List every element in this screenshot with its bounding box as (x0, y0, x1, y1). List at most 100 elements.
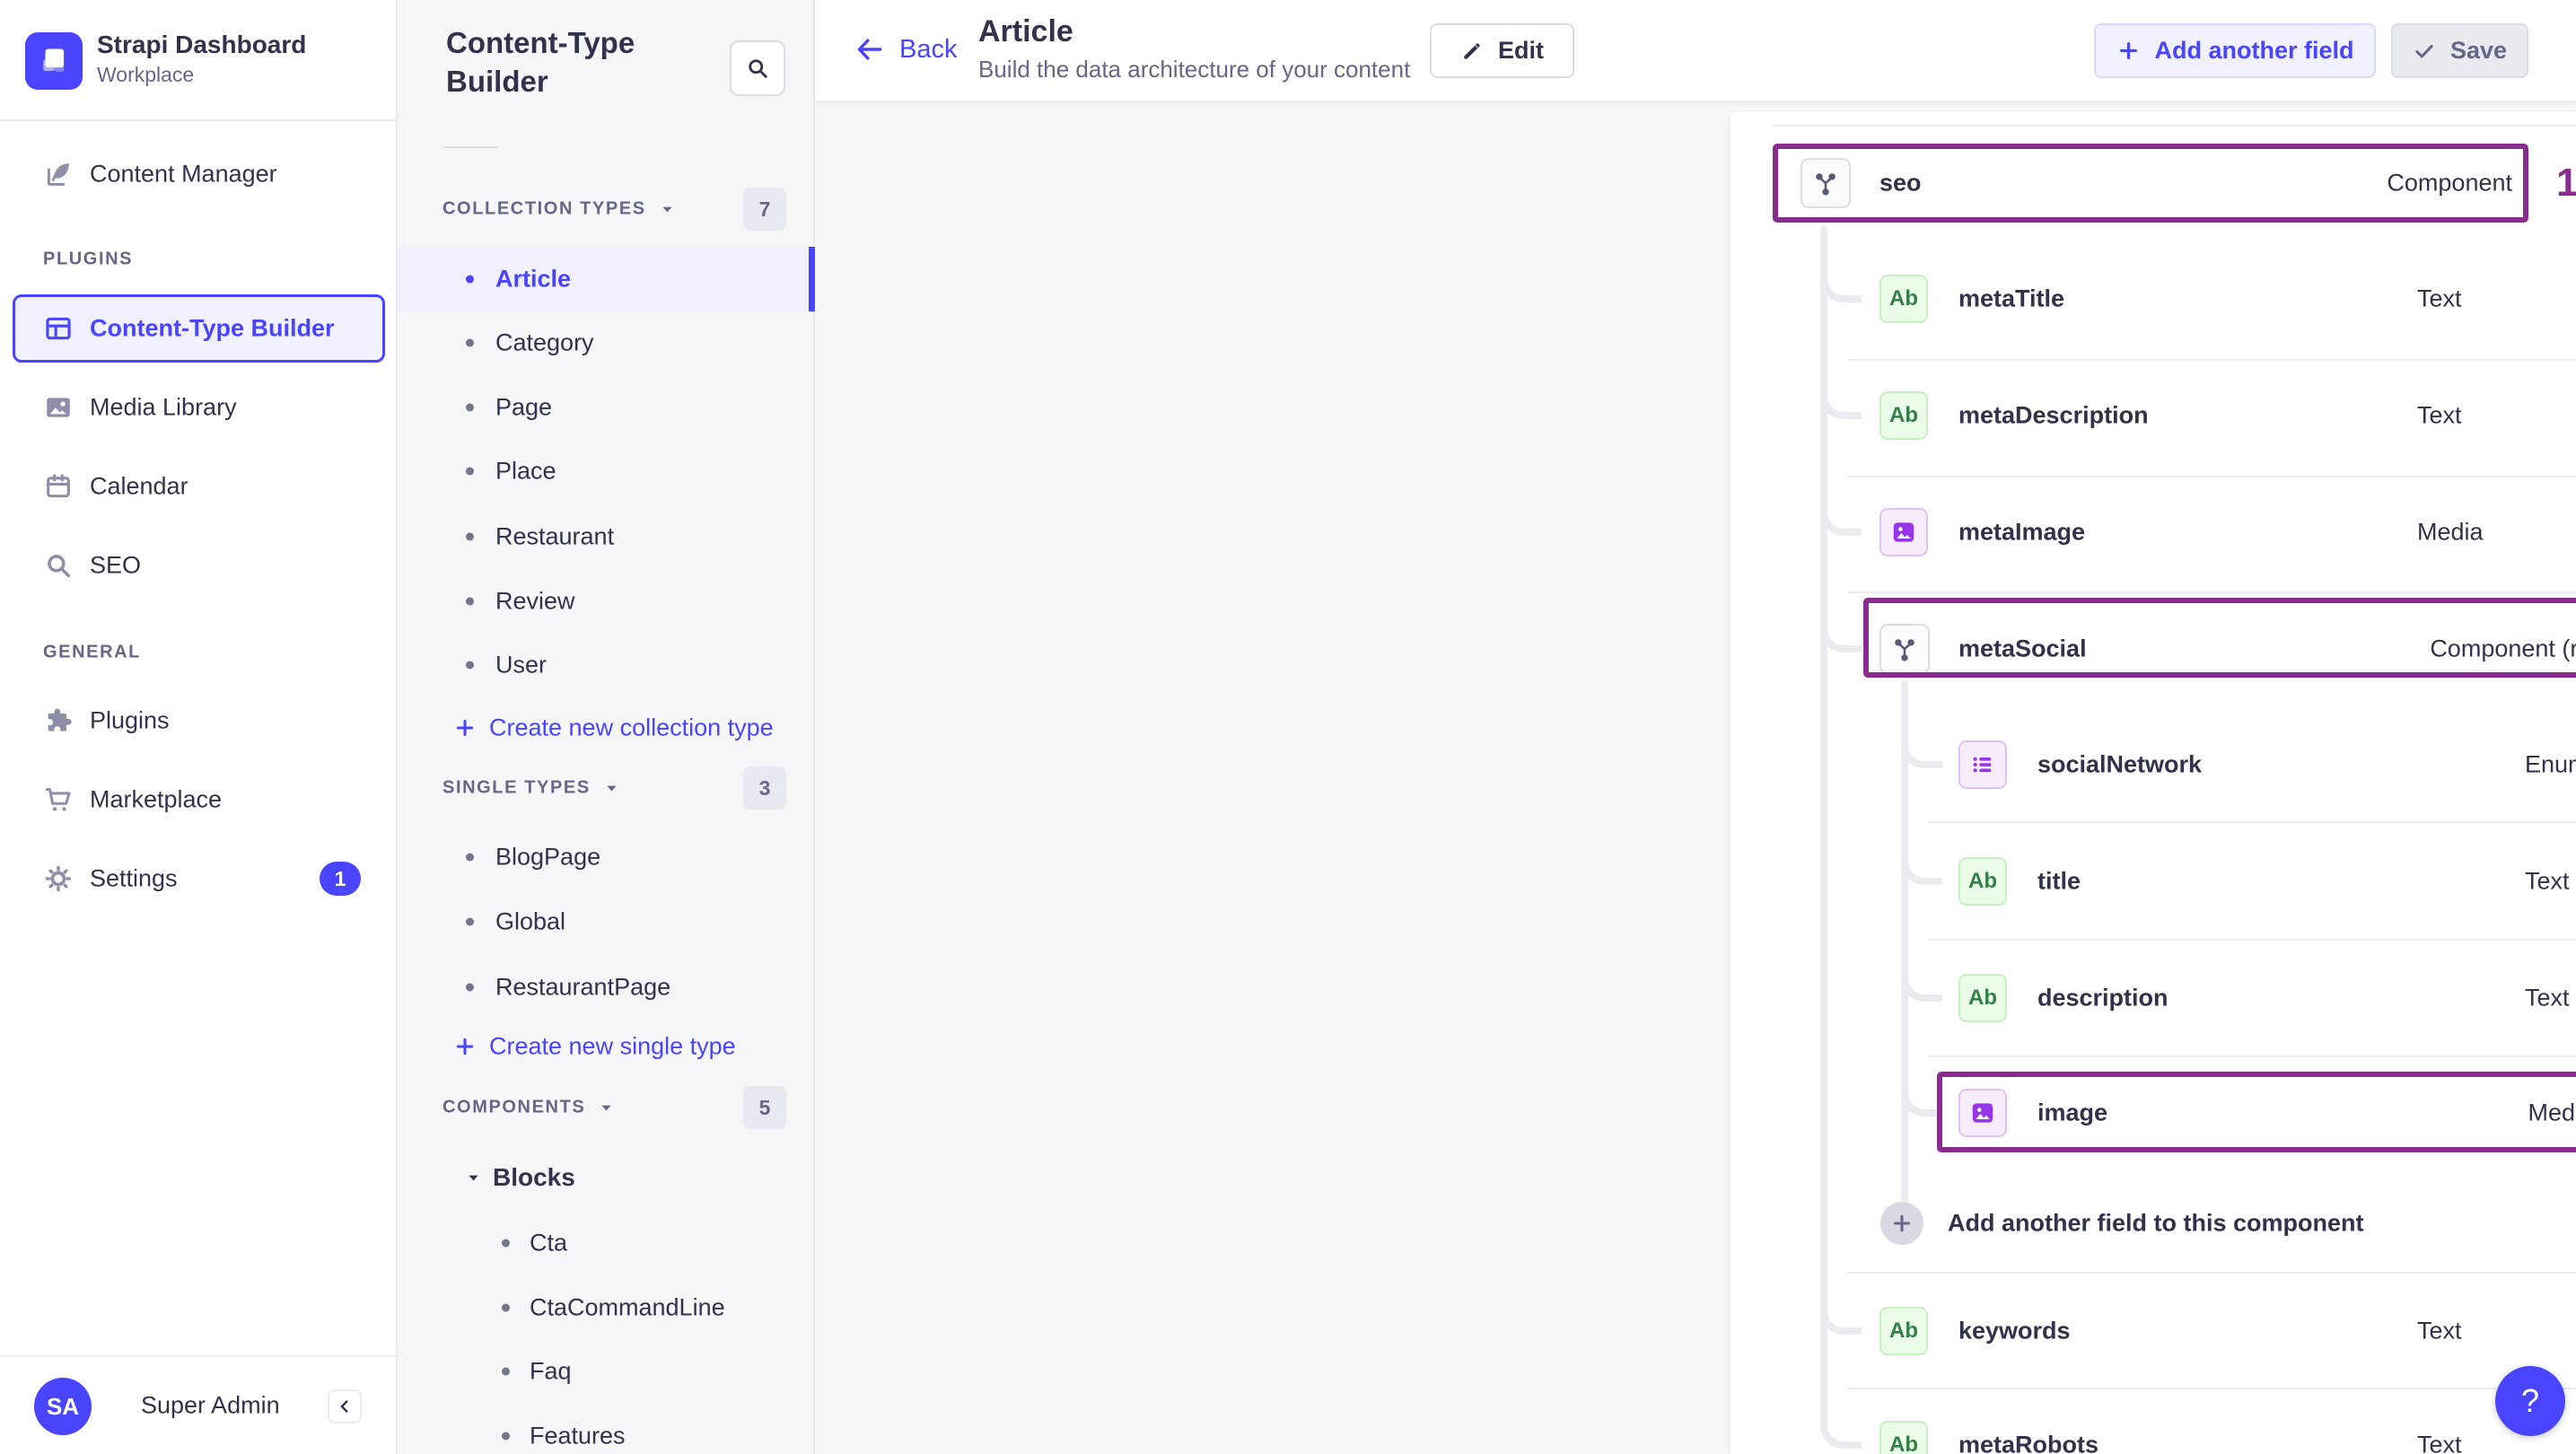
create-new-label: Create new collection type (489, 714, 774, 741)
content-type-builder-icon (43, 313, 74, 344)
enumeration-field-icon (1958, 740, 2007, 789)
component-field-icon (1801, 158, 1851, 208)
field-row-image[interactable]: image Media (1730, 1066, 2576, 1160)
sidebar-item-settings[interactable]: Settings 1 (0, 846, 398, 911)
back-link[interactable]: Back (854, 34, 957, 65)
panel-item-ctacommandline[interactable]: CtaCommandLine (398, 1275, 815, 1340)
field-row-metasocial[interactable]: metaSocial Component (repeatable) (1730, 602, 2576, 696)
avatar: SA (34, 1378, 92, 1435)
row-divider (1847, 359, 2576, 361)
field-name: socialNetwork (2037, 750, 2203, 778)
panel-item-label: Place (495, 457, 556, 485)
panel-group-header-components[interactable]: COMPONENTS (442, 1098, 615, 1118)
sidebar-item-media-library[interactable]: Media Library (0, 375, 398, 440)
sidebar-item-label: Content Manager (90, 160, 277, 188)
panel-group-label: SINGLE TYPES (442, 777, 591, 798)
field-row-metarobots[interactable]: Ab metaRobots Text (1730, 1398, 2576, 1454)
add-field-to-component-button[interactable]: Add another field to this component (1730, 1187, 2576, 1259)
search-button[interactable] (730, 40, 785, 96)
page-header: Back Article Build the data architecture… (815, 0, 2576, 101)
row-divider (1847, 591, 2576, 593)
create-new-link[interactable]: Create new collection type (398, 699, 815, 757)
sidebar-item-label: Plugins (90, 706, 170, 734)
component-category-blocks[interactable]: Blocks (398, 1146, 815, 1209)
panel-item-place[interactable]: Place (398, 439, 815, 504)
field-row-metadescription[interactable]: Ab metaDescription Text (1730, 369, 2576, 462)
text-field-icon: Ab (1879, 391, 1928, 440)
panel-item-label: Page (495, 393, 553, 421)
panel-item-label: Cta (530, 1229, 568, 1257)
panel-item-global[interactable]: Global (398, 889, 815, 954)
panel-item-blogpage[interactable]: BlogPage (398, 825, 815, 889)
panel-item-page[interactable]: Page (398, 375, 815, 440)
text-field-icon: Ab (1879, 1421, 1928, 1454)
field-type: Component (2387, 169, 2512, 197)
plus-circle-icon (1880, 1202, 1923, 1245)
edit-button[interactable]: Edit (1430, 23, 1574, 78)
save-button[interactable]: Save (2391, 23, 2528, 78)
create-new-link[interactable]: Create new single type (398, 1018, 815, 1075)
page-subtitle: Build the data architecture of your cont… (978, 56, 1411, 83)
bullet-icon (466, 532, 474, 541)
panel-item-features[interactable]: Features (398, 1404, 815, 1454)
text-field-icon: Ab (1958, 857, 2007, 906)
sidebar-item-content-manager[interactable]: Content Manager (0, 142, 398, 206)
text-field-icon: Ab (1879, 1307, 1928, 1355)
fields-list-card: seo Component 1 Ab metaTitle Text Ab metaDescri… (1730, 111, 2576, 1454)
nav-section-title: GENERAL (43, 642, 141, 662)
media-field-icon (1879, 508, 1928, 556)
panel-item-label: RestaurantPage (495, 973, 671, 1001)
panel-item-faq[interactable]: Faq (398, 1339, 815, 1404)
panel-item-cta[interactable]: Cta (398, 1211, 815, 1275)
field-row-title[interactable]: Ab title Text (1730, 835, 2576, 928)
field-type: Text (2417, 401, 2462, 429)
row-divider (1928, 939, 2576, 941)
sidebar-collapse-button[interactable] (328, 1389, 362, 1423)
field-type: Media (2528, 1099, 2576, 1126)
panel-group-header-single-types[interactable]: SINGLE TYPES (442, 778, 620, 799)
sidebar-item-plugins[interactable]: Plugins (0, 688, 398, 753)
chevron-down-icon (603, 780, 620, 797)
sidebar-item-seo[interactable]: SEO (0, 533, 398, 598)
help-button[interactable]: ? (2495, 1366, 2565, 1436)
component-field-icon (1879, 624, 1930, 674)
panel-item-restaurantpage[interactable]: RestaurantPage (398, 955, 815, 1020)
sidebar-item-label: SEO (90, 551, 142, 579)
panel-group-header-collection-types[interactable]: COLLECTION TYPES (442, 199, 676, 220)
sidebar-item-marketplace[interactable]: Marketplace (0, 767, 398, 832)
workspace-name: Workplace (97, 63, 195, 86)
field-row-keywords[interactable]: Ab keywords Text (1730, 1284, 2576, 1378)
field-row-metaimage[interactable]: metaImage Media (1730, 486, 2576, 579)
bullet-icon (466, 403, 474, 412)
field-row-metatitle[interactable]: Ab metaTitle Text (1730, 252, 2576, 346)
panel-item-label: Restaurant (495, 522, 615, 550)
user-name: Super Admin (141, 1391, 280, 1419)
field-type: Enumeration (2525, 750, 2576, 778)
panel-group-count-badge: 3 (743, 766, 786, 810)
check-icon (2413, 39, 2436, 63)
field-row-description[interactable]: Ab description Text (1730, 951, 2576, 1045)
bullet-icon (466, 467, 474, 476)
search-icon (43, 550, 74, 581)
sidebar-item-calendar[interactable]: Calendar (0, 454, 398, 519)
field-name: title (2037, 867, 2081, 895)
panel-item-user[interactable]: User (398, 633, 815, 697)
panel-group-label: COLLECTION TYPES (442, 198, 646, 219)
panel-item-restaurant[interactable]: Restaurant (398, 504, 815, 569)
bullet-icon (466, 338, 474, 347)
panel-item-category[interactable]: Category (398, 311, 815, 375)
calendar-icon (43, 471, 74, 502)
annotation-number: 1 (2556, 161, 2576, 205)
add-another-field-button[interactable]: Add another field (2094, 23, 2376, 78)
field-row-seo[interactable]: seo Component (1730, 136, 2576, 230)
bullet-icon (466, 983, 474, 992)
bullet-icon (466, 597, 474, 606)
panel-item-label: User (495, 651, 548, 679)
panel-item-review[interactable]: Review (398, 569, 815, 634)
panel-item-article[interactable]: Article (398, 247, 815, 311)
panel-group-count-badge: 5 (743, 1086, 786, 1129)
sidebar-item-content-type-builder[interactable]: Content-Type Builder (13, 294, 385, 363)
panel-item-label: Global (495, 907, 566, 935)
row-divider (1847, 1272, 2576, 1274)
field-row-socialnetwork[interactable]: socialNetwork Enumeration (1730, 718, 2576, 811)
